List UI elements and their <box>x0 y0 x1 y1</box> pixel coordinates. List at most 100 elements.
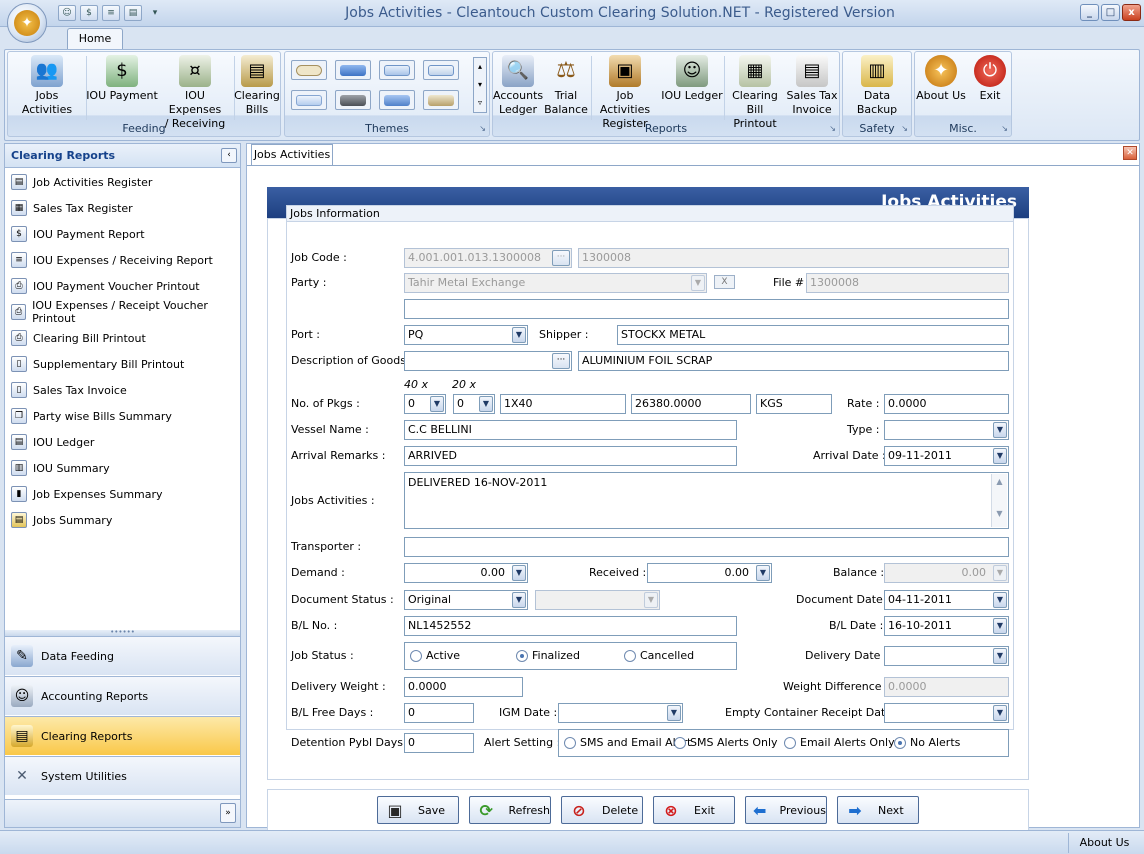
about-us-button[interactable]: ✦ About Us <box>915 55 967 103</box>
document-substatus-select[interactable]: ▼ <box>535 590 660 610</box>
port-select[interactable]: PQ ▼ <box>404 325 528 345</box>
job-number-field[interactable]: 1300008 <box>578 248 1009 268</box>
sales-tax-invoice-button[interactable]: ▤ Sales Tax Invoice <box>785 55 839 117</box>
party-address-field[interactable] <box>404 299 1009 319</box>
arrival-date-picker[interactable]: 09-11-2011 ▼ <box>884 446 1009 466</box>
qat-payment-icon[interactable]: $ <box>80 5 98 21</box>
chevron-down-icon[interactable]: ▼ <box>691 275 705 291</box>
application-menu-button[interactable]: ✦ <box>7 3 47 43</box>
delete-button[interactable]: ⊘ Delete <box>561 796 643 824</box>
refresh-button[interactable]: ⟳ Refresh <box>469 796 551 824</box>
close-button[interactable]: x <box>1122 4 1141 21</box>
qat-customize-icon[interactable]: ▾ <box>146 5 164 21</box>
description-field[interactable]: ALUMINIUM FOIL SCRAP <box>578 351 1009 371</box>
alert-sms-email-radio[interactable]: SMS and Email Alert <box>564 736 691 749</box>
theme-swatch[interactable] <box>335 60 371 80</box>
pkgs-20-select[interactable]: 0 ▼ <box>453 394 495 414</box>
data-backup-button[interactable]: ▥ Data Backup <box>843 55 911 117</box>
calendar-dropdown-icon[interactable]: ▼ <box>667 705 681 721</box>
pkgs-40-select[interactable]: 0 ▼ <box>404 394 446 414</box>
report-item[interactable]: ⎙ Clearing Bill Printout <box>11 327 146 349</box>
report-item[interactable]: ⎙ IOU Payment Voucher Printout <box>11 275 200 297</box>
configure-buttons-button[interactable]: » <box>220 803 236 823</box>
next-button[interactable]: ➡ Next <box>837 796 919 824</box>
detention-field[interactable]: 0 <box>404 733 474 753</box>
demand-field[interactable]: 0.00 ▼ <box>404 563 528 583</box>
job-status-cancelled-radio[interactable]: Cancelled <box>624 649 694 662</box>
goods-code-field[interactable]: ··· <box>404 351 572 371</box>
chevron-down-icon[interactable]: ▼ <box>512 592 526 608</box>
balance-field[interactable]: 0.00 ▼ <box>884 563 1009 583</box>
nav-clearing-reports[interactable]: ▤ Clearing Reports <box>5 716 240 755</box>
alert-email-only-radio[interactable]: Email Alerts Only <box>784 736 895 749</box>
calendar-dropdown-icon[interactable]: ▼ <box>993 592 1007 608</box>
chevron-down-icon[interactable]: ▼ <box>512 565 526 581</box>
calendar-dropdown-icon[interactable]: ▼ <box>993 618 1007 634</box>
theme-swatch[interactable] <box>335 90 371 110</box>
shipper-field[interactable]: STOCKX METAL <box>617 325 1009 345</box>
report-item[interactable]: ▯ Sales Tax Invoice <box>11 379 127 401</box>
chevron-down-icon[interactable]: ▼ <box>430 396 444 412</box>
delivery-weight-field[interactable]: 0.0000 <box>404 677 523 697</box>
job-activities-register-button[interactable]: ▣ Job Activities Register <box>591 55 659 131</box>
report-item[interactable]: ≡ IOU Expenses / Receiving Report <box>11 249 213 271</box>
pkgs-description-field[interactable]: 1X40 <box>500 394 626 414</box>
dialog-launcher-icon[interactable]: ↘ <box>479 124 486 133</box>
arrival-remarks-field[interactable]: ARRIVED <box>404 446 737 466</box>
vessel-field[interactable]: C.C BELLINI <box>404 420 737 440</box>
report-item[interactable]: ▥ IOU Summary <box>11 457 110 479</box>
party-select[interactable]: Tahir Metal Exchange ▼ <box>404 273 707 293</box>
minimize-button[interactable]: _ <box>1080 4 1099 21</box>
report-item[interactable]: ▮ Job Expenses Summary <box>11 483 163 505</box>
qat-expense-icon[interactable]: ≡ <box>102 5 120 21</box>
received-field[interactable]: 0.00 ▼ <box>647 563 772 583</box>
browse-goods-button[interactable]: ··· <box>552 353 570 369</box>
calendar-dropdown-icon[interactable]: ▼ <box>993 648 1007 664</box>
clearing-bills-button[interactable]: ▤ Clearing Bills <box>234 55 280 117</box>
report-item[interactable]: ▦ Sales Tax Register <box>11 197 133 219</box>
jobs-activities-button[interactable]: 👥 Jobs Activities <box>10 55 84 117</box>
clearing-bill-printout-button[interactable]: ▦ Clearing Bill Printout <box>725 55 785 131</box>
report-item[interactable]: $ IOU Payment Report <box>11 223 145 245</box>
exit-ribbon-button[interactable]: ⏻ Exit <box>969 55 1011 103</box>
report-item[interactable]: ▯ Supplementary Bill Printout <box>11 353 184 375</box>
nav-data-feeding[interactable]: ✎ Data Feeding <box>5 636 240 675</box>
job-code-field[interactable]: 4.001.001.013.1300008 ··· <box>404 248 572 268</box>
qat-bills-icon[interactable]: ▤ <box>124 5 142 21</box>
theme-swatch[interactable] <box>379 60 415 80</box>
theme-swatch[interactable] <box>291 90 327 110</box>
alert-sms-only-radio[interactable]: SMS Alerts Only <box>674 736 778 749</box>
iou-expenses-button[interactable]: ¤ IOU Expenses / Receiving <box>158 55 232 131</box>
memo-scrollbar[interactable]: ▲ ▼ <box>991 474 1007 527</box>
previous-button[interactable]: ⬅ Previous <box>745 796 827 824</box>
theme-swatch[interactable] <box>379 90 415 110</box>
report-item[interactable]: ▤ Job Activities Register <box>11 171 152 193</box>
nav-system-utilities[interactable]: ✕ System Utilities <box>5 756 240 795</box>
report-item[interactable]: ▤ IOU Ledger <box>11 431 94 453</box>
document-date-picker[interactable]: 04-11-2011 ▼ <box>884 590 1009 610</box>
job-status-finalized-radio[interactable]: Finalized <box>516 649 580 662</box>
chevron-down-icon[interactable]: ▼ <box>993 422 1007 438</box>
iou-ledger-button[interactable]: ☺ IOU Ledger <box>661 55 723 103</box>
report-item[interactable]: ❐ Party wise Bills Summary <box>11 405 172 427</box>
theme-swatch[interactable] <box>423 90 459 110</box>
dialog-launcher-icon[interactable]: ↘ <box>829 124 836 133</box>
maximize-button[interactable]: □ <box>1101 4 1120 21</box>
report-item[interactable]: ⎙ IOU Expenses / Receipt Voucher Printout <box>11 299 240 325</box>
close-document-icon[interactable]: ✕ <box>1123 146 1137 160</box>
dialog-launcher-icon[interactable]: ↘ <box>1001 124 1008 133</box>
exit-button[interactable]: ⊗ Exit <box>653 796 735 824</box>
tab-home[interactable]: Home <box>67 28 123 50</box>
dialog-launcher-icon[interactable]: ↘ <box>901 124 908 133</box>
clear-party-button[interactable]: X <box>714 275 735 289</box>
type-select[interactable]: ▼ <box>884 420 1009 440</box>
file-number-field[interactable]: 1300008 <box>806 273 1009 293</box>
delivery-date-picker[interactable]: ▼ <box>884 646 1009 666</box>
theme-gallery-scroll[interactable]: ▴ ▾ ▿ <box>473 57 487 113</box>
browse-job-button[interactable]: ··· <box>552 250 570 266</box>
weight-field[interactable]: 26380.0000 <box>631 394 751 414</box>
theme-swatch[interactable] <box>423 60 459 80</box>
transporter-field[interactable] <box>404 537 1009 557</box>
chevron-down-icon[interactable]: ▼ <box>756 565 770 581</box>
alert-none-radio[interactable]: No Alerts <box>894 736 960 749</box>
